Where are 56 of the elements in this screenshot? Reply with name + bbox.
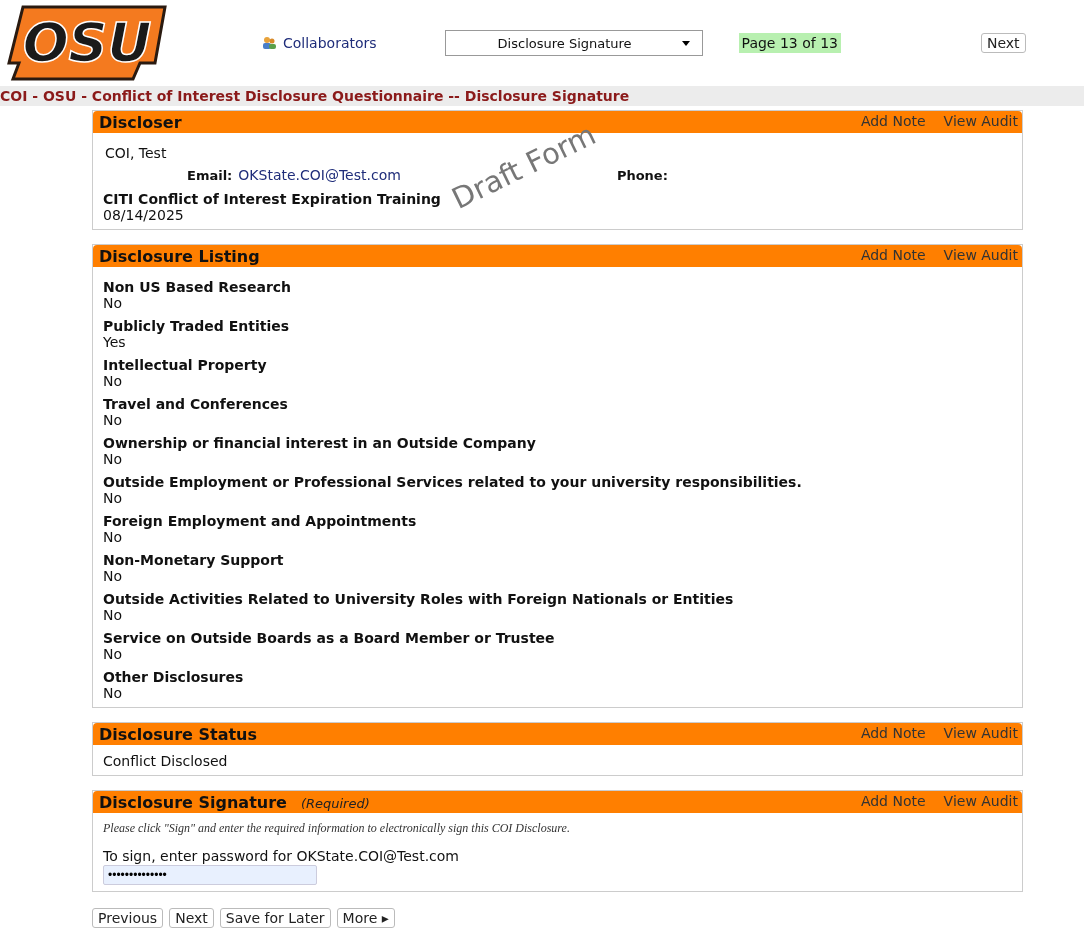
- sign-instructions: Please click "Sign" and enter the required information to electronically sign this COI Disclosure.: [103, 821, 571, 836]
- section-title: Disclosure Signature: [99, 792, 287, 812]
- question-label: Intellectual Property: [103, 357, 268, 373]
- answer-value: No: [103, 295, 124, 311]
- add-note-link[interactable]: Add Note: [860, 793, 926, 809]
- page-title: COI - OSU - Conflict of Interest Disclosure Questionnaire -- Disclosure Signature: [0, 88, 630, 104]
- question-label: Travel and Conferences: [103, 396, 289, 412]
- password-prompt: To sign, enter password for OKState.COI@Test.com: [103, 848, 460, 864]
- answer-value: No: [103, 646, 124, 662]
- view-audit-link[interactable]: View Audit: [943, 247, 1018, 263]
- answer-value: Yes: [103, 334, 127, 350]
- phone-label: Phone:: [616, 167, 668, 183]
- dropdown-caret-icon: [681, 40, 690, 46]
- add-note-link[interactable]: Add Note: [860, 725, 926, 741]
- question-label: Outside Activities Related to University Roles with Foreign Nationals or Entities: [103, 591, 735, 607]
- answer-value: No: [103, 607, 124, 623]
- view-audit-link[interactable]: View Audit: [943, 793, 1018, 809]
- footer-button[interactable]: Next: [169, 908, 214, 928]
- question-label: Other Disclosures: [103, 669, 245, 685]
- password-field[interactable]: ••••••••••••••: [103, 865, 317, 885]
- question-label: Foreign Employment and Appointments: [103, 513, 418, 529]
- question-label: Non-Monetary Support: [103, 552, 285, 568]
- answer-value: No: [103, 529, 124, 545]
- email-link[interactable]: OKState.COI@Test.com: [238, 167, 401, 183]
- status-value: Conflict Disclosed: [103, 753, 229, 769]
- section-title: Disclosure Listing: [99, 246, 260, 266]
- answer-value: No: [103, 451, 124, 467]
- training-date: 08/14/2025: [103, 207, 185, 223]
- required-note: (Required): [300, 795, 370, 811]
- question-label: Non US Based Research: [103, 279, 293, 295]
- collaborators-link[interactable]: Collaborators: [262, 35, 377, 51]
- view-audit-link[interactable]: View Audit: [943, 113, 1018, 129]
- people-icon: [262, 36, 277, 50]
- section-title: Discloser: [99, 112, 182, 132]
- email-label: Email:: [187, 167, 233, 183]
- answer-value: No: [103, 412, 124, 428]
- answer-value: No: [103, 685, 124, 701]
- next-button[interactable]: Next: [980, 33, 1026, 53]
- view-audit-link[interactable]: View Audit: [943, 725, 1018, 741]
- footer-button[interactable]: Save for Later: [219, 908, 331, 928]
- add-note-link[interactable]: Add Note: [860, 247, 926, 263]
- footer-button[interactable]: Previous: [92, 908, 164, 928]
- footer-button[interactable]: More ▸: [336, 908, 395, 928]
- section-title: Disclosure Status: [99, 724, 257, 744]
- answer-value: No: [103, 373, 124, 389]
- question-label: Service on Outside Boards as a Board Member or Trustee: [103, 630, 556, 646]
- draft-watermark: Draft Form: [446, 118, 601, 215]
- question-label: Outside Employment or Professional Services related to your university responsibilities.: [103, 474, 803, 490]
- page-select[interactable]: Disclosure Signature: [444, 30, 703, 56]
- add-note-link[interactable]: Add Note: [860, 113, 926, 129]
- page-indicator: Page 13 of 13: [738, 33, 841, 53]
- question-label: Publicly Traded Entities: [103, 318, 291, 334]
- question-label: Ownership or financial interest in an Outside Company: [103, 435, 537, 451]
- university-logo: OSU: [5, 3, 170, 83]
- answer-value: No: [103, 568, 124, 584]
- answer-value: No: [103, 490, 124, 506]
